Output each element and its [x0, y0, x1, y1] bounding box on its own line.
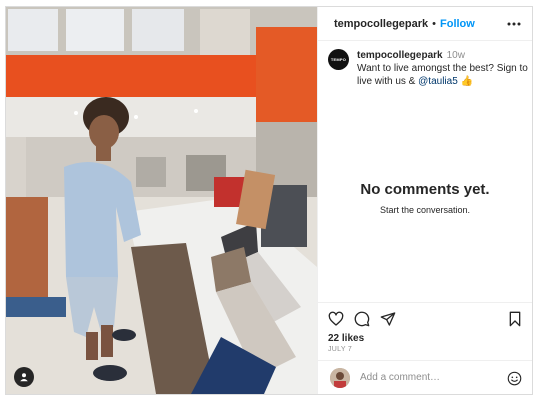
- more-horizontal-icon[interactable]: [506, 16, 522, 32]
- caption-username[interactable]: tempocollegepark: [357, 50, 443, 61]
- caption-body: tempocollegepark 10w Want to live amongst…: [357, 49, 528, 88]
- action-row: [328, 311, 523, 327]
- post-caption: TEMPO tempocollegepark 10w Want to live a…: [328, 49, 528, 88]
- avatar-text: TEMPO: [330, 57, 347, 62]
- empty-comments-title: No comments yet.: [360, 181, 490, 198]
- photo-scene: [6, 7, 317, 394]
- user-tag-icon[interactable]: [14, 367, 34, 387]
- caption-avatar[interactable]: TEMPO: [328, 49, 349, 70]
- caption-mention[interactable]: @taulia5: [418, 76, 458, 87]
- thumbs-up-emoji: 👍: [460, 76, 473, 87]
- post-date: JULY 7: [328, 346, 353, 353]
- follow-button[interactable]: Follow: [440, 18, 475, 30]
- comment-icon[interactable]: [354, 311, 370, 327]
- viewer-avatar: [330, 367, 350, 388]
- empty-comments-subtitle: Start the conversation.: [379, 205, 471, 215]
- empty-comments: No comments yet. Start the conversation.: [318, 181, 532, 215]
- likes-count[interactable]: 22 likes: [328, 333, 364, 344]
- header-username[interactable]: tempocollegepark: [334, 18, 428, 30]
- comment-input[interactable]: [360, 372, 500, 383]
- smiley-icon[interactable]: [507, 371, 522, 386]
- post-photo[interactable]: [6, 7, 317, 394]
- post-sidebar: tempocollegepark • Follow TEMPO tempocol…: [317, 7, 532, 394]
- bookmark-icon[interactable]: [507, 311, 523, 327]
- separator-dot: •: [432, 17, 436, 30]
- post-dialog: tempocollegepark • Follow TEMPO tempocol…: [5, 6, 533, 395]
- share-icon[interactable]: [380, 311, 396, 327]
- comment-bar: [318, 360, 532, 394]
- caption-time: 10w: [446, 50, 465, 61]
- heart-icon[interactable]: [328, 311, 344, 327]
- post-header: tempocollegepark • Follow: [318, 7, 532, 41]
